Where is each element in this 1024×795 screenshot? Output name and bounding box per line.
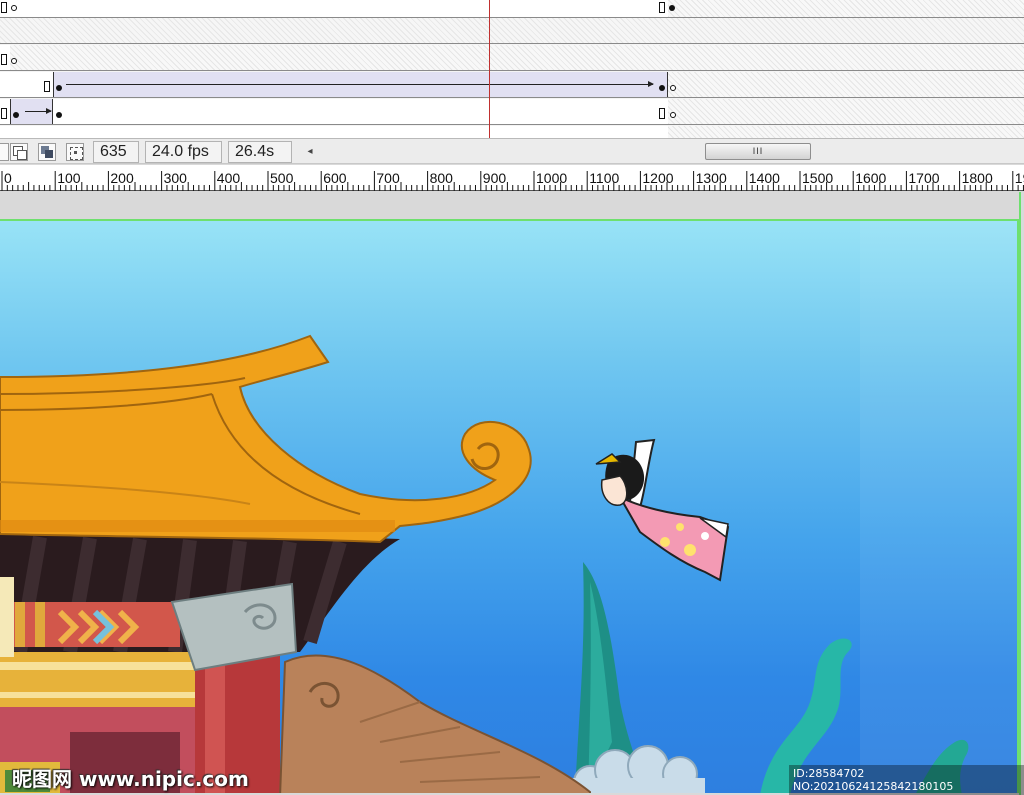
empty-frames-area (668, 99, 1024, 124)
keyframe[interactable] (659, 85, 665, 91)
ruler-label: 200 (110, 170, 134, 186)
watermark-logo-text: 昵图网 www.nipic.com (12, 767, 249, 791)
timeline-layer-row[interactable] (0, 45, 1024, 71)
ruler-label: 19 (1015, 170, 1024, 186)
flying-fairy-character (595, 438, 730, 582)
edit-multiple-frames-icon[interactable] (66, 143, 84, 161)
ruler-label: 1400 (749, 170, 780, 186)
horizontal-ruler: 0 100 200 300 400 500 600 700 800 900 1000 1100 1200… (0, 165, 1024, 191)
empty-frames-area (668, 72, 1024, 97)
ruler-label: 0 (4, 170, 12, 186)
ruler-label: 700 (376, 170, 400, 186)
stage-guide-line (1019, 192, 1021, 795)
timeline-status-bar: 635 24.0 fps 26.4s ◂ III (0, 138, 1024, 164)
keyframe-end-marker[interactable] (1, 2, 7, 13)
keyframe[interactable] (56, 112, 62, 118)
stage-canvas[interactable] (0, 219, 1019, 793)
watermark-id-text: ID:28584702 NO:20210624125842180105 (789, 765, 1024, 795)
scroll-left-arrow-icon[interactable]: ◂ (303, 143, 317, 161)
empty-frames-area (668, 126, 1024, 138)
ruler-label: 1700 (908, 170, 939, 186)
tween-arrow (25, 108, 52, 114)
elapsed-time-field: 26.4s (228, 141, 292, 163)
current-frame-field[interactable]: 635 (93, 141, 139, 163)
ruler-label: 1800 (962, 170, 993, 186)
keyframe[interactable] (669, 5, 675, 11)
blank-keyframe[interactable] (670, 85, 676, 91)
temple-roof (0, 334, 532, 544)
blank-keyframe[interactable] (11, 58, 17, 64)
ruler-label: 1300 (696, 170, 727, 186)
blank-keyframe[interactable] (11, 5, 17, 11)
timeline-layer-row[interactable] (0, 18, 1024, 44)
ruler-label: 600 (323, 170, 347, 186)
ruler-label: 300 (164, 170, 188, 186)
ruler-ticks: 0 100 200 300 400 500 600 700 800 900 1000 1100 1200… (1, 170, 1024, 191)
playhead[interactable] (489, 0, 490, 138)
ruler-label: 400 (217, 170, 241, 186)
keyframe-end-marker[interactable] (659, 2, 665, 13)
empty-frames-area (10, 45, 1024, 70)
ruler-label: 1500 (802, 170, 833, 186)
keyframe[interactable] (13, 112, 19, 118)
keyframe[interactable] (56, 85, 62, 91)
ruler-label: 1600 (855, 170, 886, 186)
onion-skin-outlines-icon[interactable] (38, 143, 56, 161)
ruler-label: 900 (483, 170, 507, 186)
keyframe-end-marker[interactable] (1, 54, 7, 65)
keyframe-end-marker[interactable] (659, 108, 665, 119)
frame-rate-field[interactable]: 24.0 fps (145, 141, 222, 163)
keyframe-end-marker[interactable] (44, 81, 50, 92)
empty-frames-area (668, 0, 1024, 17)
temple-building (0, 527, 591, 793)
timeline-layer-row[interactable] (0, 72, 1024, 98)
center-frame-icon[interactable] (0, 143, 9, 161)
timeline-panel[interactable] (0, 0, 1024, 138)
ruler-label: 100 (57, 170, 81, 186)
keyframe-end-marker[interactable] (1, 108, 7, 119)
ruler-label: 1200 (642, 170, 673, 186)
horizontal-scrollbar-thumb[interactable]: III (705, 143, 811, 160)
timeline-layer-row[interactable] (0, 0, 1024, 18)
ruler-label: 1000 (536, 170, 567, 186)
timeline-layer-row[interactable] (0, 99, 1024, 125)
scene-artwork (0, 221, 1017, 793)
tween-arrow (66, 81, 654, 87)
ruler-label: 800 (430, 170, 454, 186)
ruler-label: 500 (270, 170, 294, 186)
onion-skin-icon[interactable] (10, 143, 28, 161)
ruler-label: 1100 (589, 170, 619, 186)
blank-keyframe[interactable] (670, 112, 676, 118)
timeline-layer-row[interactable] (0, 126, 1024, 138)
